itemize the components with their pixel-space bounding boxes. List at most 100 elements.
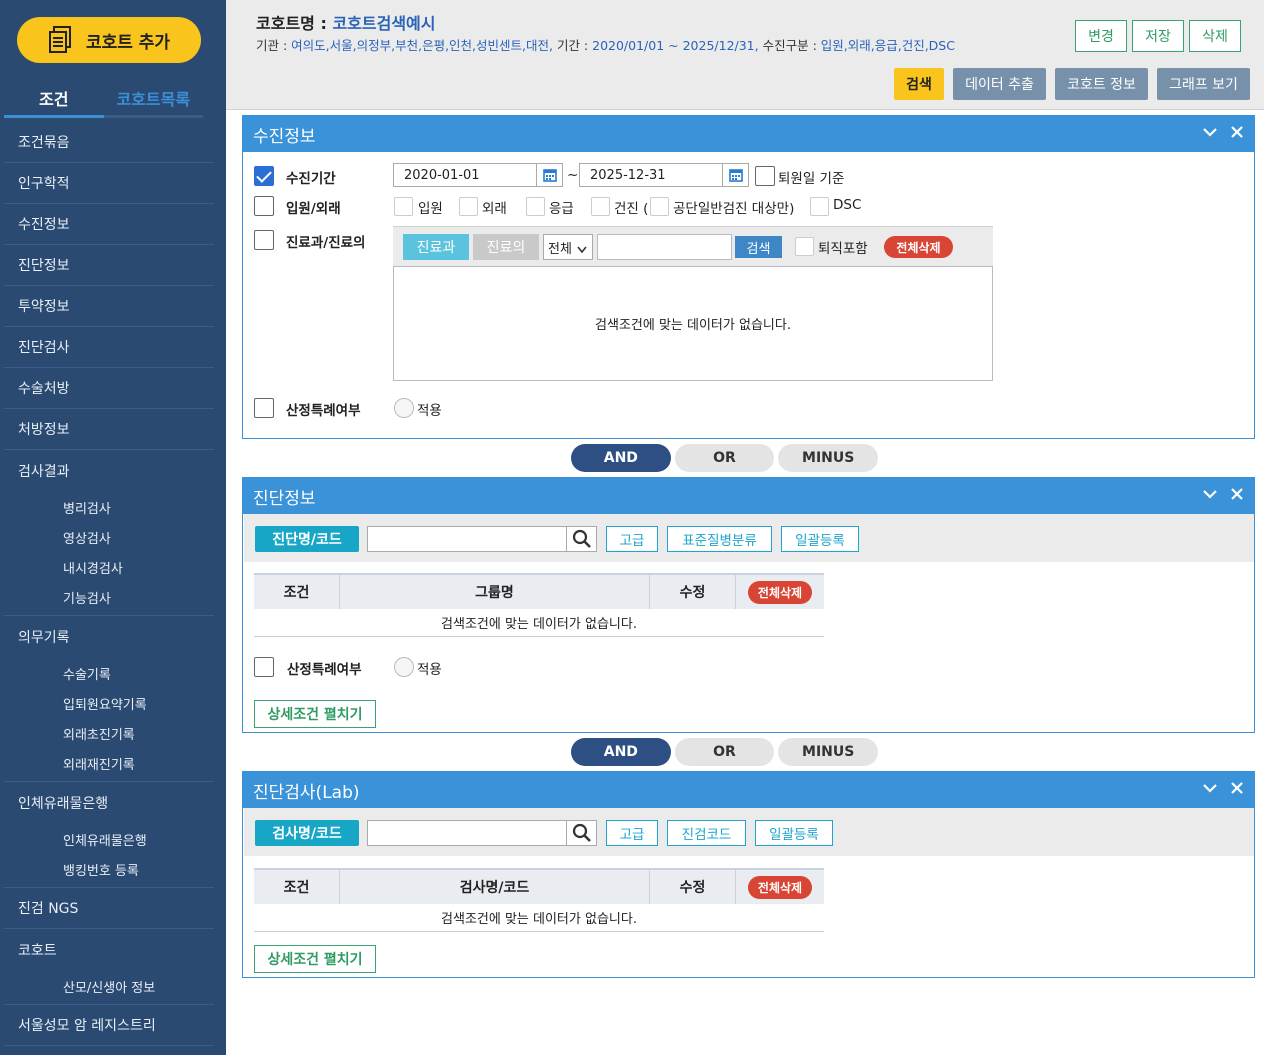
sidebar-subitem[interactable]: 입퇴원요약기록 [4,688,214,718]
sidebar-item[interactable]: 수술처방 [4,368,214,409]
or-button[interactable]: OR [674,738,775,766]
delete-all-button[interactable]: 전체삭제 [884,236,953,258]
tab-cohort-list[interactable]: 코호트목록 [103,78,203,118]
inout-opt: 공단일반검진 대상만) [673,201,795,217]
inout-checkbox[interactable] [254,196,274,216]
page-title: 코호트명 : 코호트검색예시 [256,10,435,34]
sidebar-subitem[interactable]: 산모/신생아 정보 [4,971,214,1001]
sidebar-item[interactable]: 검사결과 [4,450,214,491]
sidebar-item[interactable]: 인체유래물은행 [4,782,214,823]
inpatient-checkbox[interactable] [394,197,413,216]
delete-all-button[interactable]: 전체삭제 [747,580,813,604]
expand-details-button[interactable]: 상세조건 펼치기 [254,945,376,973]
extract-data-button[interactable]: 데이터 추출 [953,68,1046,100]
sidebar-item[interactable]: 진검 NGS [4,888,214,929]
collapse-icon[interactable] [1202,780,1218,800]
lab-code-list-button[interactable]: 진검코드 [667,820,746,846]
doctor-tab[interactable]: 진료의 [473,234,539,260]
sidebar-subitem[interactable]: 인체유래물은행 [4,824,214,854]
lab-search-input[interactable] [367,820,597,846]
nhis-checkup-checkbox[interactable] [650,197,669,216]
sidebar-subitem[interactable]: 외래재진기록 [4,748,214,778]
advanced-button[interactable]: 고급 [606,820,658,846]
collapse-icon[interactable] [1202,124,1218,144]
date-from-field[interactable]: 2020-01-01 [393,163,563,187]
sidebar-item[interactable]: 진단검사 [4,327,214,368]
sidebar-item[interactable]: 인구학적 [4,163,214,204]
emergency-checkbox[interactable] [526,197,545,216]
discharge-checkbox[interactable] [755,166,775,186]
dept-select[interactable]: 전체 [543,234,593,260]
and-button[interactable]: AND [571,738,671,766]
panel-header: 수진정보 [243,116,1254,152]
sidebar-subitem[interactable]: 내시경검사 [4,552,214,582]
sidebar-subitem[interactable]: 기능검사 [4,582,214,612]
period-checkbox[interactable] [254,166,274,186]
diag-search-input[interactable] [367,526,597,552]
sidebar-item[interactable]: 투약정보 [4,286,214,327]
expand-details-button[interactable]: 상세조건 펼치기 [254,700,376,728]
apply-radio[interactable] [394,398,414,418]
search-icon[interactable] [566,821,596,845]
delete-all-button[interactable]: 전체삭제 [747,875,813,899]
close-icon[interactable] [1230,124,1244,144]
panel-header: 진단정보 [243,478,1254,514]
sidebar-subitem[interactable]: 외래초진기록 [4,718,214,748]
tab-conditions[interactable]: 조건 [4,78,104,118]
diag-code-button[interactable]: 진단명/코드 [255,526,359,552]
special-checkbox[interactable] [254,398,274,418]
save-button[interactable]: 저장 [1132,20,1184,52]
collapse-icon[interactable] [1202,486,1218,506]
graph-view-button[interactable]: 그래프 보기 [1157,68,1250,100]
period-value: 2020/01/01 ~ 2025/12/31, [592,38,759,53]
checkup-checkbox[interactable] [591,197,610,216]
type-value: 입원,외래,응급,건진,DSC [820,38,955,53]
panel-title: 진단정보 [253,488,316,509]
sidebar-item[interactable]: 코호트 [4,929,214,970]
sidebar-subitem[interactable]: 영상검사 [4,522,214,552]
sidebar-item[interactable]: 의무기록 [4,616,214,657]
search-button[interactable]: 검색 [894,68,944,100]
and-button[interactable]: AND [571,444,671,472]
date-to-field[interactable]: 2025-12-31 [579,163,749,187]
search-icon[interactable] [566,527,596,551]
lab-code-button[interactable]: 검사명/코드 [255,820,359,846]
dsc-checkbox[interactable] [810,197,829,216]
dept-checkbox[interactable] [254,230,274,250]
cohort-info-button[interactable]: 코호트 정보 [1055,68,1148,100]
add-cohort-button[interactable]: 코호트 추가 [17,17,201,63]
change-button[interactable]: 변경 [1075,20,1127,52]
calendar-icon[interactable] [722,164,748,186]
dept-search-button[interactable]: 검색 [735,236,782,258]
bulk-register-button[interactable]: 일괄등록 [755,820,833,846]
calendar-icon[interactable] [536,164,562,186]
classification-button[interactable]: 표준질병분류 [667,526,772,552]
retired-checkbox[interactable] [795,237,814,256]
close-icon[interactable] [1230,486,1244,506]
advanced-button[interactable]: 고급 [606,526,658,552]
special-checkbox[interactable] [254,657,274,677]
cohort-summary: 기관 : 여의도,서울,의정부,부천,은평,인천,성빈센트,대전, 기간 : 2… [256,35,955,54]
sidebar-subitem[interactable]: 수술기록 [4,658,214,688]
sidebar-item[interactable]: 수진정보 [4,204,214,245]
apply-radio[interactable] [394,657,414,677]
sidebar-item[interactable]: 서울성모 암 레지스트리 [4,1005,214,1046]
minus-button[interactable]: MINUS [778,738,879,766]
dept-tab[interactable]: 진료과 [403,234,469,260]
lab-table: 조건 검사명/코드 수정 전체삭제 검색조건에 맞는 데이터가 없습니다. [254,868,824,932]
sidebar-subitem[interactable]: 병리검사 [4,492,214,522]
outpatient-checkbox[interactable] [459,197,478,216]
close-icon[interactable] [1230,780,1244,800]
dept-search-input[interactable] [597,234,732,260]
apply-label: 적용 [417,662,442,678]
sidebar-item[interactable]: 조건묶음 [4,122,214,163]
minus-button[interactable]: MINUS [778,444,879,472]
inout-opt: 입원 [418,201,443,217]
date-to-value: 2025-12-31 [590,167,666,183]
sidebar-subitem[interactable]: 뱅킹번호 등록 [4,854,214,884]
bulk-register-button[interactable]: 일괄등록 [781,526,859,552]
sidebar-item[interactable]: 진단정보 [4,245,214,286]
sidebar-item[interactable]: 처방정보 [4,409,214,450]
or-button[interactable]: OR [674,444,775,472]
delete-button[interactable]: 삭제 [1189,20,1241,52]
